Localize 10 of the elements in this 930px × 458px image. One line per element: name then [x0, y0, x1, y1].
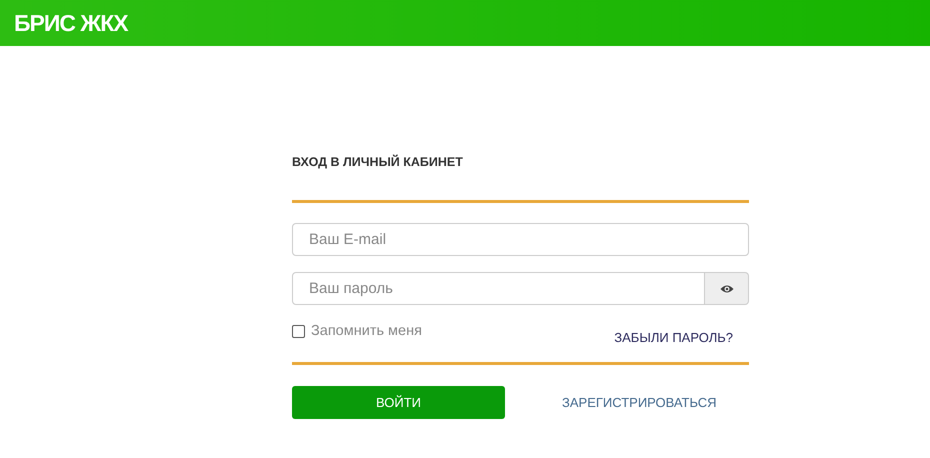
eye-icon	[720, 284, 734, 294]
register-link[interactable]: ЗАРЕГИСТРИРОВАТЬСЯ	[562, 395, 717, 410]
remember-label: Запомнить меня	[311, 323, 422, 339]
password-field[interactable]: Ваш пароль	[292, 272, 705, 305]
login-button[interactable]: ВОЙТИ	[292, 386, 505, 419]
email-field[interactable]: Ваш E-mail	[292, 223, 749, 256]
show-password-button[interactable]	[705, 272, 749, 305]
forgot-password-link[interactable]: ЗАБЫЛИ ПАРОЛЬ?	[614, 330, 733, 346]
form-title: ВХОД В ЛИЧНЫЙ КАБИНЕТ	[292, 155, 464, 169]
remember-checkbox[interactable]	[292, 324, 305, 338]
